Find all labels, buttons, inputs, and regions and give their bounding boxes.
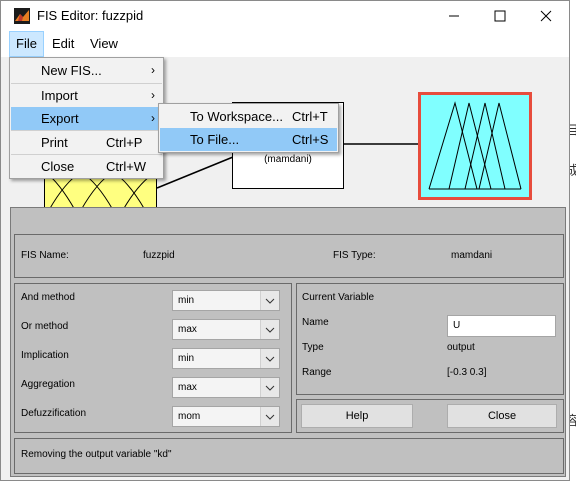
fis-name-value: fuzzpid [143,250,175,261]
menu-item-label: Import [41,88,78,103]
methods-panel: And method min Or method max Implication… [14,283,292,433]
buttons-panel: Help Close [296,399,564,433]
menu-item-to-file[interactable]: To File... Ctrl+S [160,128,337,151]
minimize-button[interactable] [431,1,477,31]
menu-item-import[interactable]: Import › [11,84,162,107]
file-menu-dropdown: New FIS... › Import › Export › Print Ctr… [9,57,164,179]
current-variable-panel: Current Variable Name U Type output Rang… [296,283,564,395]
chevron-down-icon [260,349,279,368]
export-submenu: To Workspace... Ctrl+T To File... Ctrl+S [158,103,339,153]
menu-item-close[interactable]: Close Ctrl+W [11,155,162,178]
defuzzification-select[interactable]: mom [172,406,280,427]
close-button[interactable]: Close [447,404,557,428]
and-method-value: min [178,295,195,306]
menu-bar: File Edit View [1,31,569,57]
chevron-down-icon [260,291,279,310]
window-title: FIS Editor: fuzzpid [37,8,144,23]
fis-type-label: FIS Type: [333,250,376,261]
help-button[interactable]: Help [301,404,413,428]
menu-edit[interactable]: Edit [46,31,80,57]
status-text: Removing the output variable "kd" [21,449,172,460]
variable-range-label: Range [302,367,332,378]
maximize-icon [494,10,506,22]
submenu-arrow-icon: › [151,63,155,77]
menu-item-label: New FIS... [41,63,102,78]
variable-name-input[interactable]: U [447,315,556,337]
fis-type-value: mamdani [451,250,493,261]
implication-label: Implication [21,350,69,361]
menu-item-shortcut: Ctrl+T [292,109,328,124]
aggregation-select[interactable]: max [172,377,280,398]
variable-range-value: [-0.3 0.3] [447,367,487,378]
variable-type-label: Type [302,342,324,353]
output-variable-u[interactable] [418,92,532,200]
menu-file[interactable]: File [9,31,44,57]
submenu-arrow-icon: › [151,111,155,125]
chevron-down-icon [260,320,279,339]
defuzzification-label: Defuzzification [21,408,87,419]
menu-item-label: Export [41,111,79,126]
menu-item-label: To File... [190,132,240,147]
fis-properties-panel: FIS Name: fuzzpid FIS Type: mamdani And … [10,207,566,477]
menu-view[interactable]: View [84,31,124,57]
menu-item-shortcut: Ctrl+S [292,132,329,147]
fis-info-bar: FIS Name: fuzzpid FIS Type: mamdani [14,234,564,278]
chevron-down-icon [260,407,279,426]
output-membership-plot [428,101,522,190]
fis-name-label: FIS Name: [21,250,69,261]
minimize-icon [449,15,459,17]
implication-select[interactable]: min [172,348,280,369]
variable-type-value: output [447,342,475,353]
defuzzification-value: mom [178,411,201,422]
title-bar: FIS Editor: fuzzpid [1,1,569,31]
menu-item-label: Print [41,135,68,150]
and-method-select[interactable]: min [172,290,280,311]
and-method-label: And method [21,292,75,303]
chevron-down-icon [260,378,279,397]
variable-name-label: Name [302,317,329,328]
submenu-arrow-icon: › [151,88,155,102]
menu-item-new-fis[interactable]: New FIS... › [11,59,162,82]
or-method-value: max [178,324,197,335]
menu-item-print[interactable]: Print Ctrl+P [11,131,162,154]
matlab-app-icon [14,8,30,24]
menu-item-label: To Workspace... [190,109,283,124]
menu-item-shortcut: Ctrl+P [106,135,143,150]
implication-value: min [178,353,195,364]
or-method-select[interactable]: max [172,319,280,340]
menu-item-shortcut: Ctrl+W [106,159,147,174]
or-method-label: Or method [21,321,69,332]
system-type-label: (mamdani) [264,154,312,165]
menu-item-label: Close [41,159,75,174]
close-window-button[interactable] [523,1,569,31]
aggregation-label: Aggregation [21,379,75,390]
close-icon [540,10,552,22]
aggregation-value: max [178,382,197,393]
maximize-button[interactable] [477,1,523,31]
menu-item-export[interactable]: Export › [11,107,162,130]
current-variable-title: Current Variable [302,292,375,303]
status-bar: Removing the output variable "kd" [14,438,564,474]
menu-item-to-workspace[interactable]: To Workspace... Ctrl+T [160,105,337,128]
